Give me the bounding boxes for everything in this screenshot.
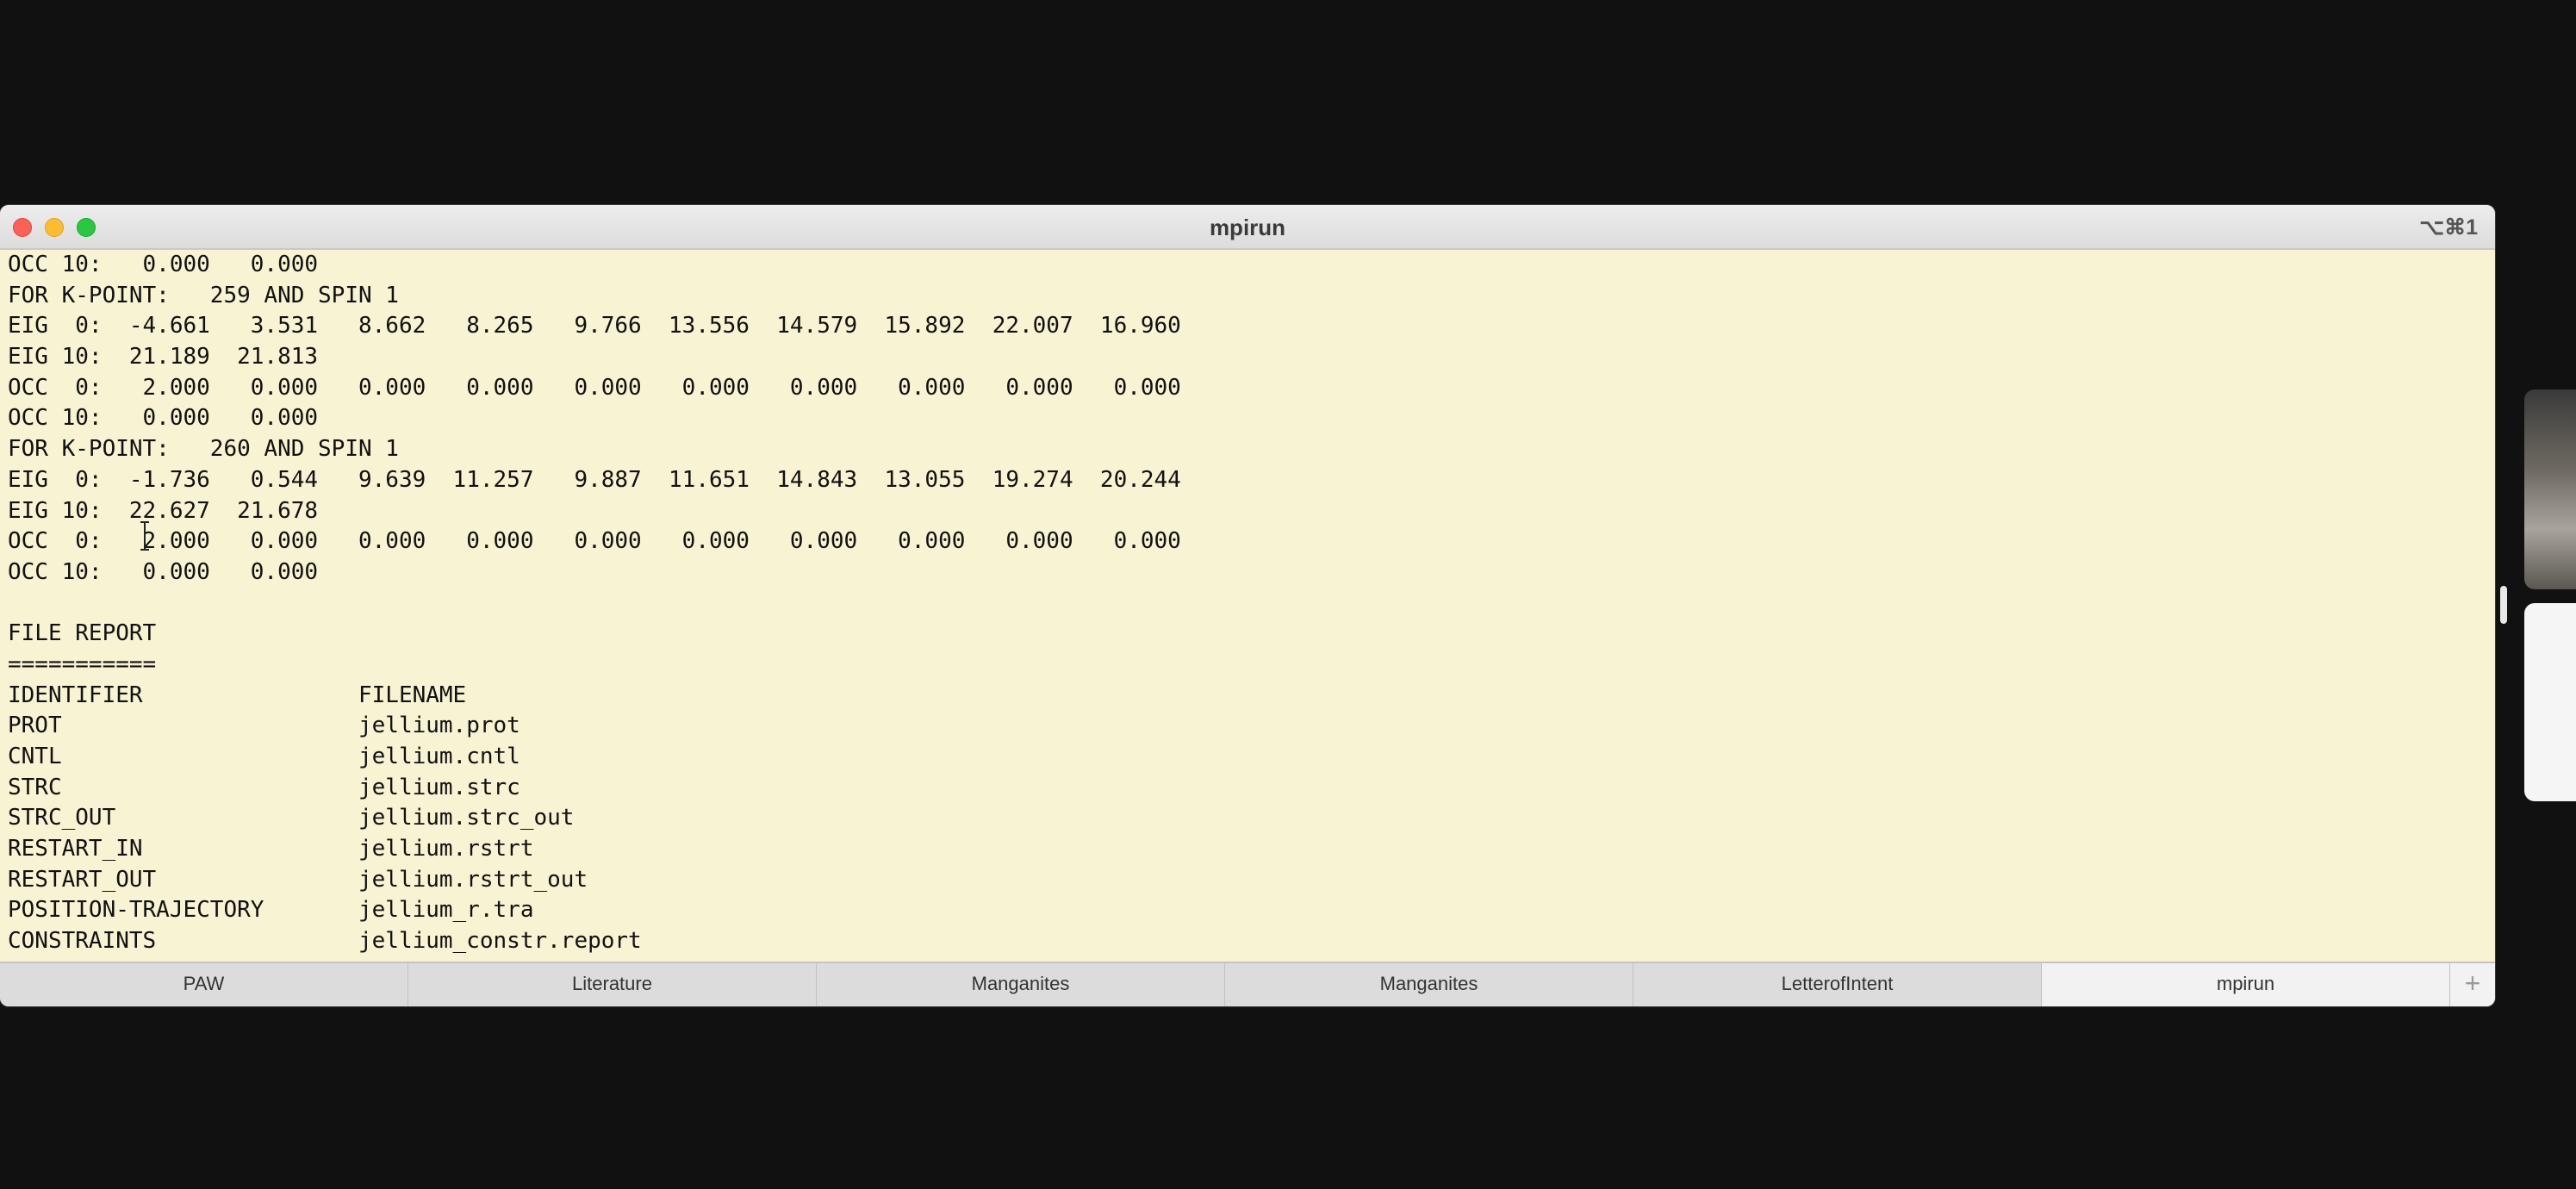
- desktop: mpirun ⌥⌘1 OCC 10: 0.000 0.000 FOR K-POIN…: [0, 0, 2576, 1189]
- terminal-line: STRC jellium.strc: [8, 774, 520, 800]
- terminal-line: EIG 10: 21.189 21.813: [8, 344, 319, 370]
- terminal-line: ===========: [8, 651, 157, 677]
- tab-literature[interactable]: Literature: [408, 963, 817, 1006]
- terminal-line: OCC 0: 2.000 0.000 0.000 0.000 0.000 0.0…: [8, 528, 1181, 555]
- terminal-line: CNTL jellium.cntl: [8, 744, 520, 769]
- tab-paw[interactable]: PAW: [0, 963, 408, 1006]
- terminal-line: OCC 10: 0.000 0.000: [8, 405, 319, 432]
- terminal-line: POSITION-TRAJECTORY jellium_r.tra: [8, 897, 534, 924]
- window-resize-handle[interactable]: [2500, 586, 2507, 624]
- window-title: mpirun: [1209, 215, 1286, 240]
- tab-letterofintent[interactable]: LetterofIntent: [1633, 963, 2042, 1006]
- terminal-output[interactable]: OCC 10: 0.000 0.000 FOR K-POINT: 259 AND …: [0, 250, 2495, 962]
- tab-manganites[interactable]: Manganites: [817, 963, 1225, 1006]
- terminal-line: RESTART_OUT jellium.rstrt_out: [8, 866, 588, 893]
- terminal-line: EIG 0: -1.736 0.544 9.639 11.257 9.887 1…: [8, 466, 1181, 493]
- terminal-line: CONSTRAINTS jellium_constr.report: [8, 928, 642, 955]
- terminal-line: STRC_OUT jellium.strc_out: [8, 805, 575, 831]
- terminal-line: EIG 10: 22.627 21.678: [8, 497, 319, 524]
- terminal-line: OCC 10: 0.000 0.000: [8, 558, 319, 585]
- window-shortcut: ⌥⌘1: [2419, 215, 2478, 240]
- terminal-line: IDENTIFIER FILENAME: [8, 682, 467, 708]
- tab-manganites[interactable]: Manganites: [1225, 963, 1633, 1006]
- terminal-window: mpirun ⌥⌘1 OCC 10: 0.000 0.000 FOR K-POIN…: [0, 205, 2495, 1006]
- terminal-line: FOR K-POINT: 259 AND SPIN 1: [8, 282, 399, 308]
- add-tab-button[interactable]: +: [2450, 963, 2495, 1006]
- video-thumbnail[interactable]: [2524, 603, 2576, 801]
- text-cursor-icon: [140, 521, 149, 551]
- terminal-line: PROT jellium.prot: [8, 713, 520, 739]
- tab-mpirun[interactable]: mpirun: [2042, 963, 2450, 1006]
- terminal-line: OCC 10: 0.000 0.000: [8, 252, 319, 277]
- terminal-line: FOR K-POINT: 260 AND SPIN 1: [8, 436, 399, 463]
- terminal-line: RESTART_IN jellium.rstrt: [8, 836, 534, 862]
- plus-icon: +: [2464, 968, 2481, 999]
- video-thumbnail[interactable]: [2524, 389, 2576, 589]
- terminal-line: OCC 0: 2.000 0.000 0.000 0.000 0.000 0.0…: [8, 374, 1181, 401]
- title-bar[interactable]: mpirun ⌥⌘1: [0, 205, 2495, 250]
- tab-bar: PAW Literature Manganites Manganites Lettero…: [0, 962, 2495, 1006]
- terminal-line: FILE REPORT: [8, 620, 157, 647]
- terminal-line: EIG 0: -4.661 3.531 8.662 8.265 9.766 13…: [8, 313, 1181, 339]
